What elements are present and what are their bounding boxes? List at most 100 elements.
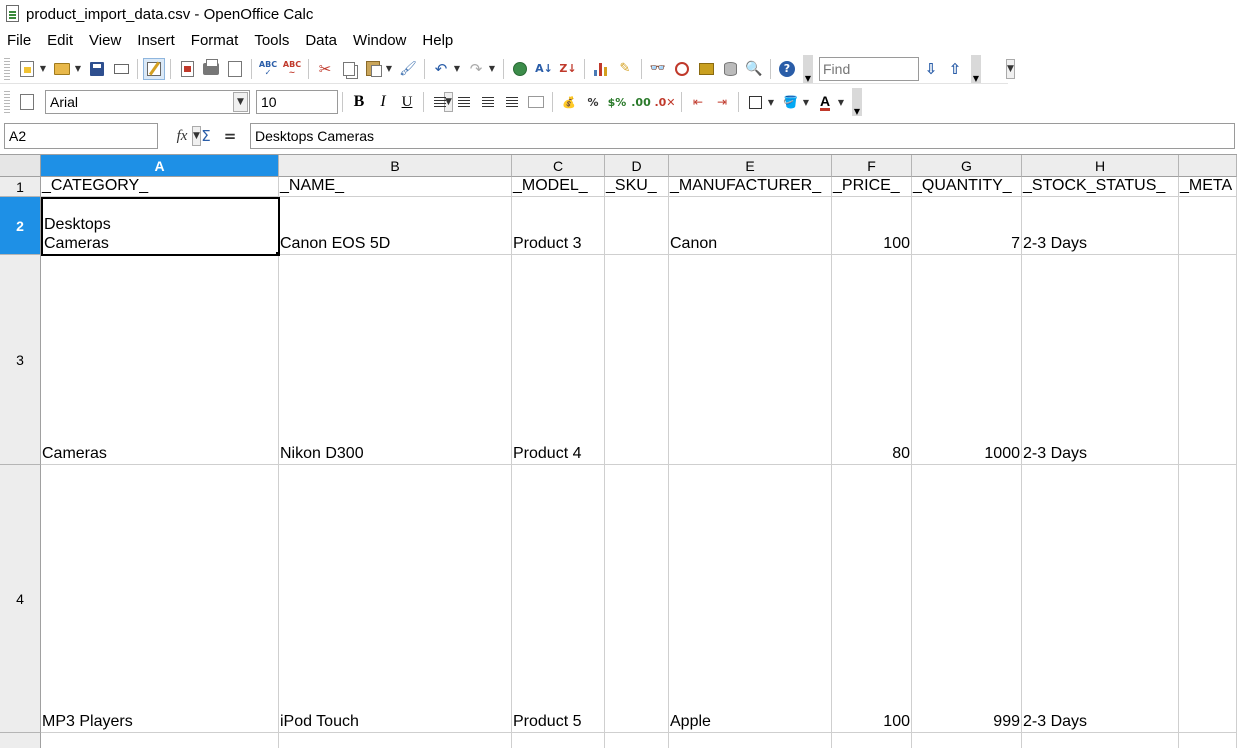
find-combobox[interactable]: ▼: [819, 56, 1015, 81]
cut-button[interactable]: ✂: [314, 58, 336, 80]
chevron-down-icon[interactable]: ▼: [1006, 58, 1015, 79]
export-pdf-button[interactable]: [176, 58, 198, 80]
standard-format-button[interactable]: $%: [606, 91, 628, 113]
page-preview-button[interactable]: [224, 58, 246, 80]
help-button[interactable]: ?: [776, 58, 798, 80]
redo-button[interactable]: ↷: [465, 58, 487, 80]
bold-button[interactable]: B: [348, 91, 370, 113]
cell-c2[interactable]: Product 3: [512, 197, 605, 255]
justify-button[interactable]: [501, 91, 523, 113]
email-button[interactable]: [110, 58, 132, 80]
column-header-h[interactable]: H: [1022, 155, 1179, 177]
cell-i3[interactable]: [1179, 255, 1237, 465]
cell-i1[interactable]: _META: [1179, 177, 1237, 197]
styles-formatting-button[interactable]: [16, 91, 38, 113]
name-box[interactable]: ▼: [4, 123, 201, 149]
cell-e3[interactable]: [669, 255, 832, 465]
column-header-b[interactable]: B: [279, 155, 512, 177]
increase-indent-button[interactable]: ⇥: [711, 91, 733, 113]
formula-input[interactable]: [250, 123, 1235, 149]
cell-c1[interactable]: _MODEL_: [512, 177, 605, 197]
select-all-corner[interactable]: [0, 155, 41, 177]
cell-e1[interactable]: _MANUFACTURER_: [669, 177, 832, 197]
menu-data[interactable]: Data: [297, 29, 345, 53]
cell-a3[interactable]: Cameras: [41, 255, 279, 465]
sort-descending-button[interactable]: Z↓: [557, 58, 579, 80]
cell-d4[interactable]: [605, 465, 669, 733]
cell-f1[interactable]: _PRICE_: [832, 177, 912, 197]
cell-f3[interactable]: 80: [832, 255, 912, 465]
undo-dropdown[interactable]: ▼: [453, 58, 461, 80]
function-button[interactable]: =: [219, 125, 241, 147]
save-button[interactable]: [86, 58, 108, 80]
open-button[interactable]: [51, 58, 73, 80]
font-size-combobox[interactable]: ▼: [256, 90, 453, 114]
font-name-combobox[interactable]: ▼: [45, 90, 250, 114]
column-header-c[interactable]: C: [512, 155, 605, 177]
data-sources-button[interactable]: [719, 58, 741, 80]
cell-g5[interactable]: [912, 733, 1022, 748]
print-button[interactable]: [200, 58, 222, 80]
cell-g2[interactable]: 7: [912, 197, 1022, 255]
cell-h4[interactable]: 2-3 Days: [1022, 465, 1179, 733]
row-header-2[interactable]: 2: [0, 197, 41, 255]
align-right-button[interactable]: [477, 91, 499, 113]
menu-tools[interactable]: Tools: [246, 29, 297, 53]
cell-d1[interactable]: _SKU_: [605, 177, 669, 197]
cell-d2[interactable]: [605, 197, 669, 255]
cell-g3[interactable]: 1000: [912, 255, 1022, 465]
cell-d3[interactable]: [605, 255, 669, 465]
cell-h3[interactable]: 2-3 Days: [1022, 255, 1179, 465]
cell-e2[interactable]: Canon: [669, 197, 832, 255]
show-draw-functions-button[interactable]: ✎: [614, 58, 636, 80]
cell-h1[interactable]: _STOCK_STATUS_: [1022, 177, 1179, 197]
background-color-dropdown[interactable]: ▼: [802, 91, 810, 113]
menu-window[interactable]: Window: [345, 29, 414, 53]
merge-cells-button[interactable]: [525, 91, 547, 113]
cell-f2[interactable]: 100: [832, 197, 912, 255]
new-document-button[interactable]: [16, 58, 38, 80]
borders-button[interactable]: [744, 91, 766, 113]
background-color-button[interactable]: 🪣: [779, 91, 801, 113]
underline-button[interactable]: U: [396, 91, 418, 113]
column-header-e[interactable]: E: [669, 155, 832, 177]
name-box-input[interactable]: [5, 124, 192, 148]
copy-button[interactable]: [338, 58, 360, 80]
cell-i2[interactable]: [1179, 197, 1237, 255]
cell-c3[interactable]: Product 4: [512, 255, 605, 465]
cell-f5[interactable]: [832, 733, 912, 748]
row-header-3[interactable]: 3: [0, 255, 41, 465]
clone-formatting-button[interactable]: 🖌: [397, 58, 419, 80]
cell-d5[interactable]: [605, 733, 669, 748]
cell-b4[interactable]: iPod Touch: [279, 465, 512, 733]
column-header-g[interactable]: G: [912, 155, 1022, 177]
toolbar-grip[interactable]: [4, 91, 10, 113]
cell-e4[interactable]: Apple: [669, 465, 832, 733]
find-replace-button[interactable]: 👓: [647, 58, 669, 80]
menu-insert[interactable]: Insert: [129, 29, 183, 53]
menu-format[interactable]: Format: [183, 29, 247, 53]
decrease-indent-button[interactable]: ⇤: [687, 91, 709, 113]
column-header-i[interactable]: [1179, 155, 1237, 177]
navigator-compass-button[interactable]: [671, 58, 693, 80]
navigator-button[interactable]: [509, 58, 531, 80]
edit-file-button[interactable]: [143, 57, 165, 80]
column-header-d[interactable]: D: [605, 155, 669, 177]
find-toolbar-overflow-button[interactable]: ▼: [971, 54, 981, 83]
cell-b3[interactable]: Nikon D300: [279, 255, 512, 465]
redo-dropdown[interactable]: ▼: [488, 58, 496, 80]
cell-c5[interactable]: [512, 733, 605, 748]
autospellcheck-button[interactable]: ABC ~: [281, 58, 303, 80]
borders-dropdown[interactable]: ▼: [767, 91, 775, 113]
font-name-input[interactable]: [46, 91, 233, 113]
cell-g1[interactable]: _QUANTITY_: [912, 177, 1022, 197]
row-header-4[interactable]: 4: [0, 465, 41, 733]
open-dropdown[interactable]: ▼: [74, 58, 82, 80]
cell-c4[interactable]: Product 5: [512, 465, 605, 733]
cell-h5[interactable]: [1022, 733, 1179, 748]
currency-format-button[interactable]: 💰: [558, 91, 580, 113]
row-header-5[interactable]: [0, 733, 41, 748]
cell-a1[interactable]: _CATEGORY_: [41, 177, 279, 197]
cell-g4[interactable]: 999: [912, 465, 1022, 733]
add-decimal-button[interactable]: .00: [630, 91, 652, 113]
